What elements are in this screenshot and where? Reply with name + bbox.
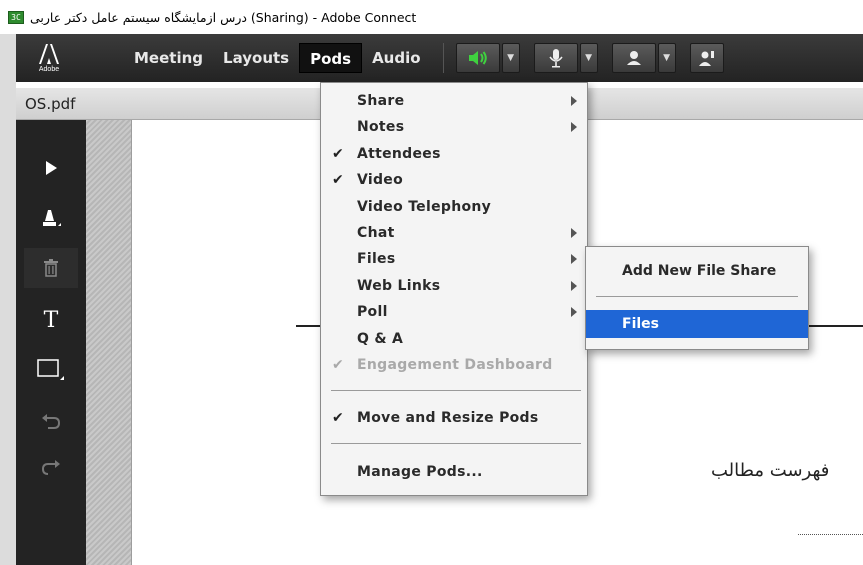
pods-menu-move-resize[interactable]: ✔ Move and Resize Pods	[321, 405, 587, 431]
menu-item-label: Attendees	[357, 146, 441, 162]
submenu-arrow-icon	[571, 96, 577, 106]
raise-hand-status-button[interactable]	[689, 43, 724, 73]
microphone-dropdown-button[interactable]: ▼	[579, 43, 598, 73]
pods-menu-poll[interactable]: Poll	[321, 299, 587, 325]
redo-icon	[41, 460, 60, 475]
highlighter-tool-button[interactable]	[24, 198, 78, 238]
delete-tool-button[interactable]	[24, 248, 78, 288]
pointer-tool-button[interactable]	[24, 148, 78, 188]
pods-dropdown-menu: Share Notes ✔ Attendees ✔ Video Video Te…	[320, 82, 588, 496]
adobe-logo-text: Adobe	[38, 66, 60, 73]
webcam-dropdown-button[interactable]: ▼	[657, 43, 676, 73]
submenu-item-label: Files	[622, 316, 659, 332]
checkmark-icon: ✔	[332, 357, 344, 373]
text-tool-icon: T	[43, 307, 59, 333]
pods-menu-attendees[interactable]: ✔ Attendees	[321, 141, 587, 167]
menu-item-label: Engagement Dashboard	[357, 357, 553, 373]
microphone-button[interactable]	[533, 43, 578, 73]
document-rule-line	[808, 325, 863, 327]
menu-item-label: Manage Pods...	[357, 464, 483, 480]
user-status-icon	[698, 51, 714, 66]
checkmark-icon: ✔	[332, 146, 344, 162]
adobe-logo-icon	[39, 44, 59, 64]
pods-menu-web-links[interactable]: Web Links	[321, 273, 587, 299]
shape-tool-button[interactable]	[24, 350, 78, 390]
trash-icon	[44, 259, 58, 277]
menu-separator	[596, 296, 798, 297]
text-tool-button[interactable]: T	[24, 300, 78, 340]
undo-button[interactable]	[24, 402, 78, 442]
rectangle-icon	[37, 359, 64, 380]
checkmark-icon: ✔	[332, 410, 344, 426]
pod-title: OS.pdf	[25, 95, 76, 113]
menu-separator	[331, 390, 581, 391]
menubar-divider	[442, 43, 444, 73]
adobe-connect-app-icon: 3C	[8, 10, 24, 24]
webcam-button[interactable]	[611, 43, 656, 73]
window-title: درس ازمایشگاه سیستم عامل دکتر عاربی (Sha…	[30, 9, 417, 25]
toc-dotted-leader	[798, 534, 863, 535]
pods-menu-video[interactable]: ✔ Video	[321, 167, 587, 193]
pods-menu-chat[interactable]: Chat	[321, 220, 587, 246]
menu-item-label: Move and Resize Pods	[357, 410, 539, 426]
submenu-item-label: Add New File Share	[622, 263, 777, 279]
menu-separator	[331, 443, 581, 444]
menu-item-label: Notes	[357, 119, 405, 135]
undo-icon	[42, 414, 61, 429]
window-title-bar: 3C درس ازمایشگاه سیستم عامل دکتر عاربی (…	[0, 0, 863, 34]
menu-item-label: Files	[357, 251, 396, 267]
pods-menu-notes[interactable]: Notes	[321, 114, 587, 140]
menu-item-label: Video Telephony	[357, 199, 492, 215]
pods-menu-q-and-a[interactable]: Q & A	[321, 326, 587, 352]
highlighter-icon	[43, 210, 61, 226]
chevron-down-icon: ▼	[585, 53, 593, 63]
pods-menu-files[interactable]: Files	[321, 246, 587, 272]
submenu-arrow-icon	[571, 307, 577, 317]
menu-layouts[interactable]: Layouts	[213, 43, 299, 73]
menu-pods[interactable]: Pods	[299, 43, 363, 73]
pointer-icon	[46, 161, 57, 175]
menu-meeting[interactable]: Meeting	[124, 43, 213, 73]
adobe-logo: Adobe	[32, 38, 66, 78]
speaker-dropdown-button[interactable]: ▼	[501, 43, 520, 73]
toc-heading: فهرست مطالب	[711, 460, 830, 481]
checkmark-icon: ✔	[332, 172, 344, 188]
menu-item-label: Chat	[357, 225, 395, 241]
submenu-files[interactable]: Files	[586, 310, 808, 338]
pod-hatched-margin	[86, 120, 132, 565]
speaker-button[interactable]	[455, 43, 500, 73]
submenu-arrow-icon	[571, 281, 577, 291]
pods-menu-share[interactable]: Share	[321, 88, 587, 114]
menu-audio[interactable]: Audio	[362, 43, 430, 73]
files-submenu: Add New File Share Files	[585, 246, 809, 350]
window-frame-left	[0, 34, 16, 565]
webcam-user-icon	[626, 51, 641, 65]
submenu-add-new-file-share[interactable]: Add New File Share	[586, 257, 808, 285]
submenu-arrow-icon	[571, 254, 577, 264]
chevron-down-icon: ▼	[663, 53, 671, 63]
menu-item-label: Share	[357, 93, 405, 109]
menu-item-label: Web Links	[357, 278, 441, 294]
main-menubar: Adobe Meeting Layouts Pods Audio ▼ ▼ ▼	[16, 34, 863, 82]
microphone-icon	[548, 49, 563, 68]
redo-button[interactable]	[24, 448, 78, 488]
menu-item-label: Video	[357, 172, 404, 188]
submenu-arrow-icon	[571, 122, 577, 132]
speaker-icon	[468, 51, 487, 65]
submenu-arrow-icon	[571, 228, 577, 238]
pods-menu-engagement-dashboard: ✔ Engagement Dashboard	[321, 352, 587, 378]
pods-menu-video-telephony[interactable]: Video Telephony	[321, 194, 587, 220]
chevron-down-icon: ▼	[507, 53, 515, 63]
whiteboard-toolbar: T	[16, 120, 86, 565]
menu-item-label: Poll	[357, 304, 388, 320]
pods-menu-manage-pods[interactable]: Manage Pods...	[321, 459, 587, 485]
menu-item-label: Q & A	[357, 331, 404, 347]
